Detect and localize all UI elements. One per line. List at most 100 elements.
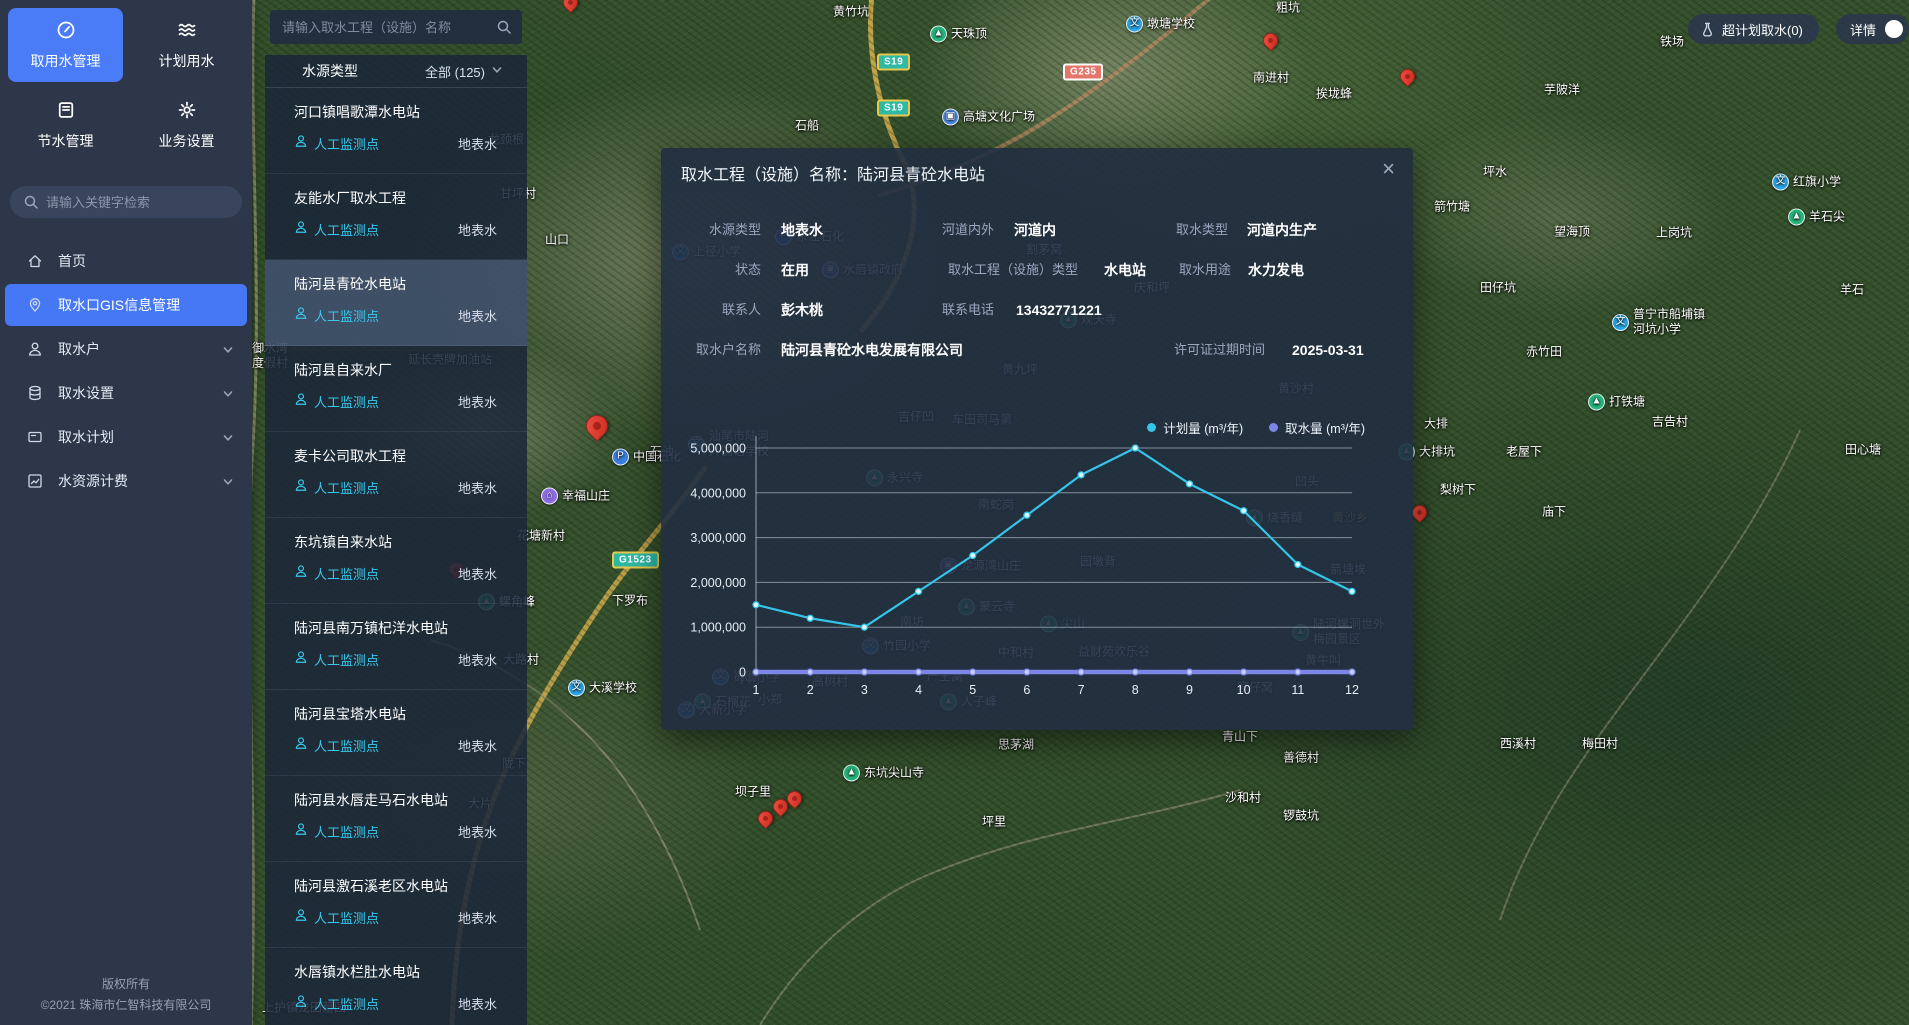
person-icon — [294, 392, 308, 411]
station-list-item[interactable]: 陆河县南万镇杞洋水电站 人工监测点 地表水 — [265, 604, 527, 690]
map-label: 坪里 — [982, 815, 1006, 830]
peak-poi-icon: ▲ — [930, 26, 947, 43]
map-label: 文红旗小学 — [1772, 174, 1841, 191]
person-icon — [294, 822, 308, 841]
over-plan-water-button[interactable]: 超计划取水(0) — [1688, 14, 1819, 44]
sidebar-menu-item[interactable]: 取水户 — [0, 328, 252, 370]
menu-label: 取水户 — [58, 339, 100, 359]
sidebar-menu-item[interactable]: 水资源计费 — [0, 460, 252, 502]
sidebar-search — [10, 186, 242, 218]
map-label: 下罗布 — [612, 594, 648, 609]
copyright-line2: ©2021 珠海市仁智科技有限公司 — [0, 995, 252, 1015]
toggle-knob[interactable] — [1885, 20, 1903, 38]
search-icon[interactable] — [496, 19, 512, 40]
home-icon — [27, 253, 43, 269]
map-label: 南进村 — [1253, 71, 1289, 86]
station-list-item[interactable]: 麦卡公司取水工程 人工监测点 地表水 — [265, 432, 527, 518]
field-value: 水力发电 — [1248, 261, 1304, 279]
svg-text:7: 7 — [1078, 683, 1085, 697]
legend-item[interactable]: 计划量 (m³/年) — [1147, 418, 1243, 437]
station-list-item[interactable]: 水唇镇水栏肚水电站 人工监测点 地表水 — [265, 948, 527, 1025]
station-list-item[interactable]: 友能水厂取水工程 人工监测点 地表水 — [265, 174, 527, 260]
field-label: 联系电话 — [774, 301, 994, 319]
station-name: 麦卡公司取水工程 — [294, 446, 497, 466]
monitor-type: 人工监测点 — [314, 564, 379, 583]
sidebar-menu-item[interactable]: 取水计划 — [0, 416, 252, 458]
svg-text:5,000,000: 5,000,000 — [690, 442, 746, 456]
station-list-item[interactable]: 陆河县水唇走马石水电站 人工监测点 地表水 — [265, 776, 527, 862]
red-pin-marker[interactable] — [1396, 66, 1417, 87]
monitor-type: 人工监测点 — [314, 822, 379, 841]
station-name: 陆河县激石溪老区水电站 — [294, 876, 497, 896]
gas-poi-icon: P — [612, 449, 629, 466]
station-name: 陆河县青砼水电站 — [294, 274, 497, 294]
station-list-item[interactable]: 东坑镇自来水站 人工监测点 地表水 — [265, 518, 527, 604]
sidebar-menu-item[interactable]: 首页 — [0, 240, 252, 282]
station-name: 陆河县宝塔水电站 — [294, 704, 497, 724]
map-label: 石船 — [795, 119, 819, 134]
monitor-type: 人工监测点 — [314, 650, 379, 669]
detail-toggle[interactable]: 详情 — [1836, 14, 1909, 44]
station-search-input[interactable] — [270, 10, 522, 44]
peak-poi-icon: ▲ — [843, 765, 860, 782]
water-source-type-label: 水源类型 — [302, 61, 358, 81]
map-label: 文普宁市船埔镇 河坑小学 — [1612, 307, 1705, 337]
modal-title: 取水工程（设施）名称：陆河县青砼水电站 — [681, 161, 985, 185]
field-label: 取水用途 — [1011, 261, 1231, 279]
map-label: ▲打铁塘 — [1588, 394, 1645, 411]
close-icon[interactable]: × — [1378, 154, 1399, 184]
station-search — [270, 10, 522, 44]
map-label: 上岗坑 — [1656, 226, 1692, 241]
sidebar-menu-item[interactable]: 取水口GIS信息管理 — [5, 284, 247, 326]
red-pin-marker[interactable] — [754, 808, 775, 829]
map-label: 大排 — [1424, 417, 1448, 432]
water-type: 地表水 — [458, 736, 497, 755]
station-list-panel: 水源类型 全部 (125) 河口镇唱歌潭水电站 人工监测点 地表水 友能水厂取水… — [265, 0, 527, 1025]
chevron-down-icon — [222, 387, 234, 399]
sidebar-menu-item[interactable]: 取水设置 — [0, 372, 252, 414]
module-button[interactable]: 业务设置 — [129, 88, 244, 162]
map-label: 望海顶 — [1554, 225, 1590, 240]
station-list-item[interactable]: 陆河县青砼水电站 人工监测点 地表水 — [265, 260, 527, 346]
station-list-item[interactable]: 陆河县宝塔水电站 人工监测点 地表水 — [265, 690, 527, 776]
school-poi-icon: 文 — [1772, 174, 1789, 191]
station-name: 河口镇唱歌潭水电站 — [294, 102, 497, 122]
field-label: 许可证过期时间 — [1045, 341, 1265, 359]
map-label: 锣鼓坑 — [1283, 809, 1319, 824]
sidebar-search-input[interactable] — [10, 186, 242, 218]
red-pin-marker[interactable] — [1259, 30, 1280, 51]
svg-text:5: 5 — [969, 683, 976, 697]
legend-label: 计划量 (m³/年) — [1163, 418, 1243, 437]
svg-text:12: 12 — [1345, 683, 1359, 697]
module-button[interactable]: 取用水管理 — [8, 8, 123, 82]
field-label: 取水户名称 — [541, 341, 761, 359]
chevron-down-icon — [222, 343, 234, 355]
chart-icon — [27, 473, 43, 489]
module-label: 业务设置 — [159, 131, 215, 151]
water-type: 地表水 — [458, 822, 497, 841]
station-list-item[interactable]: 陆河县激石溪老区水电站 人工监测点 地表水 — [265, 862, 527, 948]
module-button[interactable]: 计划用水 — [129, 8, 244, 82]
station-list-item[interactable]: 陆河县自来水厂 人工监测点 地表水 — [265, 346, 527, 432]
svg-text:8: 8 — [1132, 683, 1139, 697]
red-pin-marker[interactable] — [559, 0, 580, 13]
module-button[interactable]: 节水管理 — [8, 88, 123, 162]
gear-icon — [177, 100, 197, 123]
person-icon — [294, 564, 308, 583]
detail-label: 详情 — [1850, 20, 1876, 39]
monitor-type: 人工监测点 — [314, 220, 379, 239]
legend-dot — [1269, 423, 1278, 432]
road-badge: S19 — [877, 100, 910, 117]
map-label: 文大溪学校 — [568, 680, 637, 697]
red-pin-marker[interactable] — [581, 410, 612, 441]
person-icon — [294, 306, 308, 325]
app-root: 黄竹坑石船龙颈根甘坪村山口▲天珠顶文墩塘学校▣高塘文化广场粗坑南进村挨垅蜂芋陂洋… — [0, 0, 1909, 1025]
station-list-item[interactable]: 河口镇唱歌潭水电站 人工监测点 地表水 — [265, 88, 527, 174]
station-list: 河口镇唱歌潭水电站 人工监测点 地表水 友能水厂取水工程 人工监测点 地表水 陆… — [265, 88, 527, 1025]
svg-text:4,000,000: 4,000,000 — [690, 486, 746, 500]
meter-icon — [56, 20, 76, 43]
water-source-type-dropdown[interactable]: 全部 (125) — [425, 62, 503, 81]
filter-value: 全部 (125) — [425, 62, 485, 81]
legend-item[interactable]: 取水量 (m³/年) — [1269, 418, 1365, 437]
person-icon — [294, 134, 308, 153]
